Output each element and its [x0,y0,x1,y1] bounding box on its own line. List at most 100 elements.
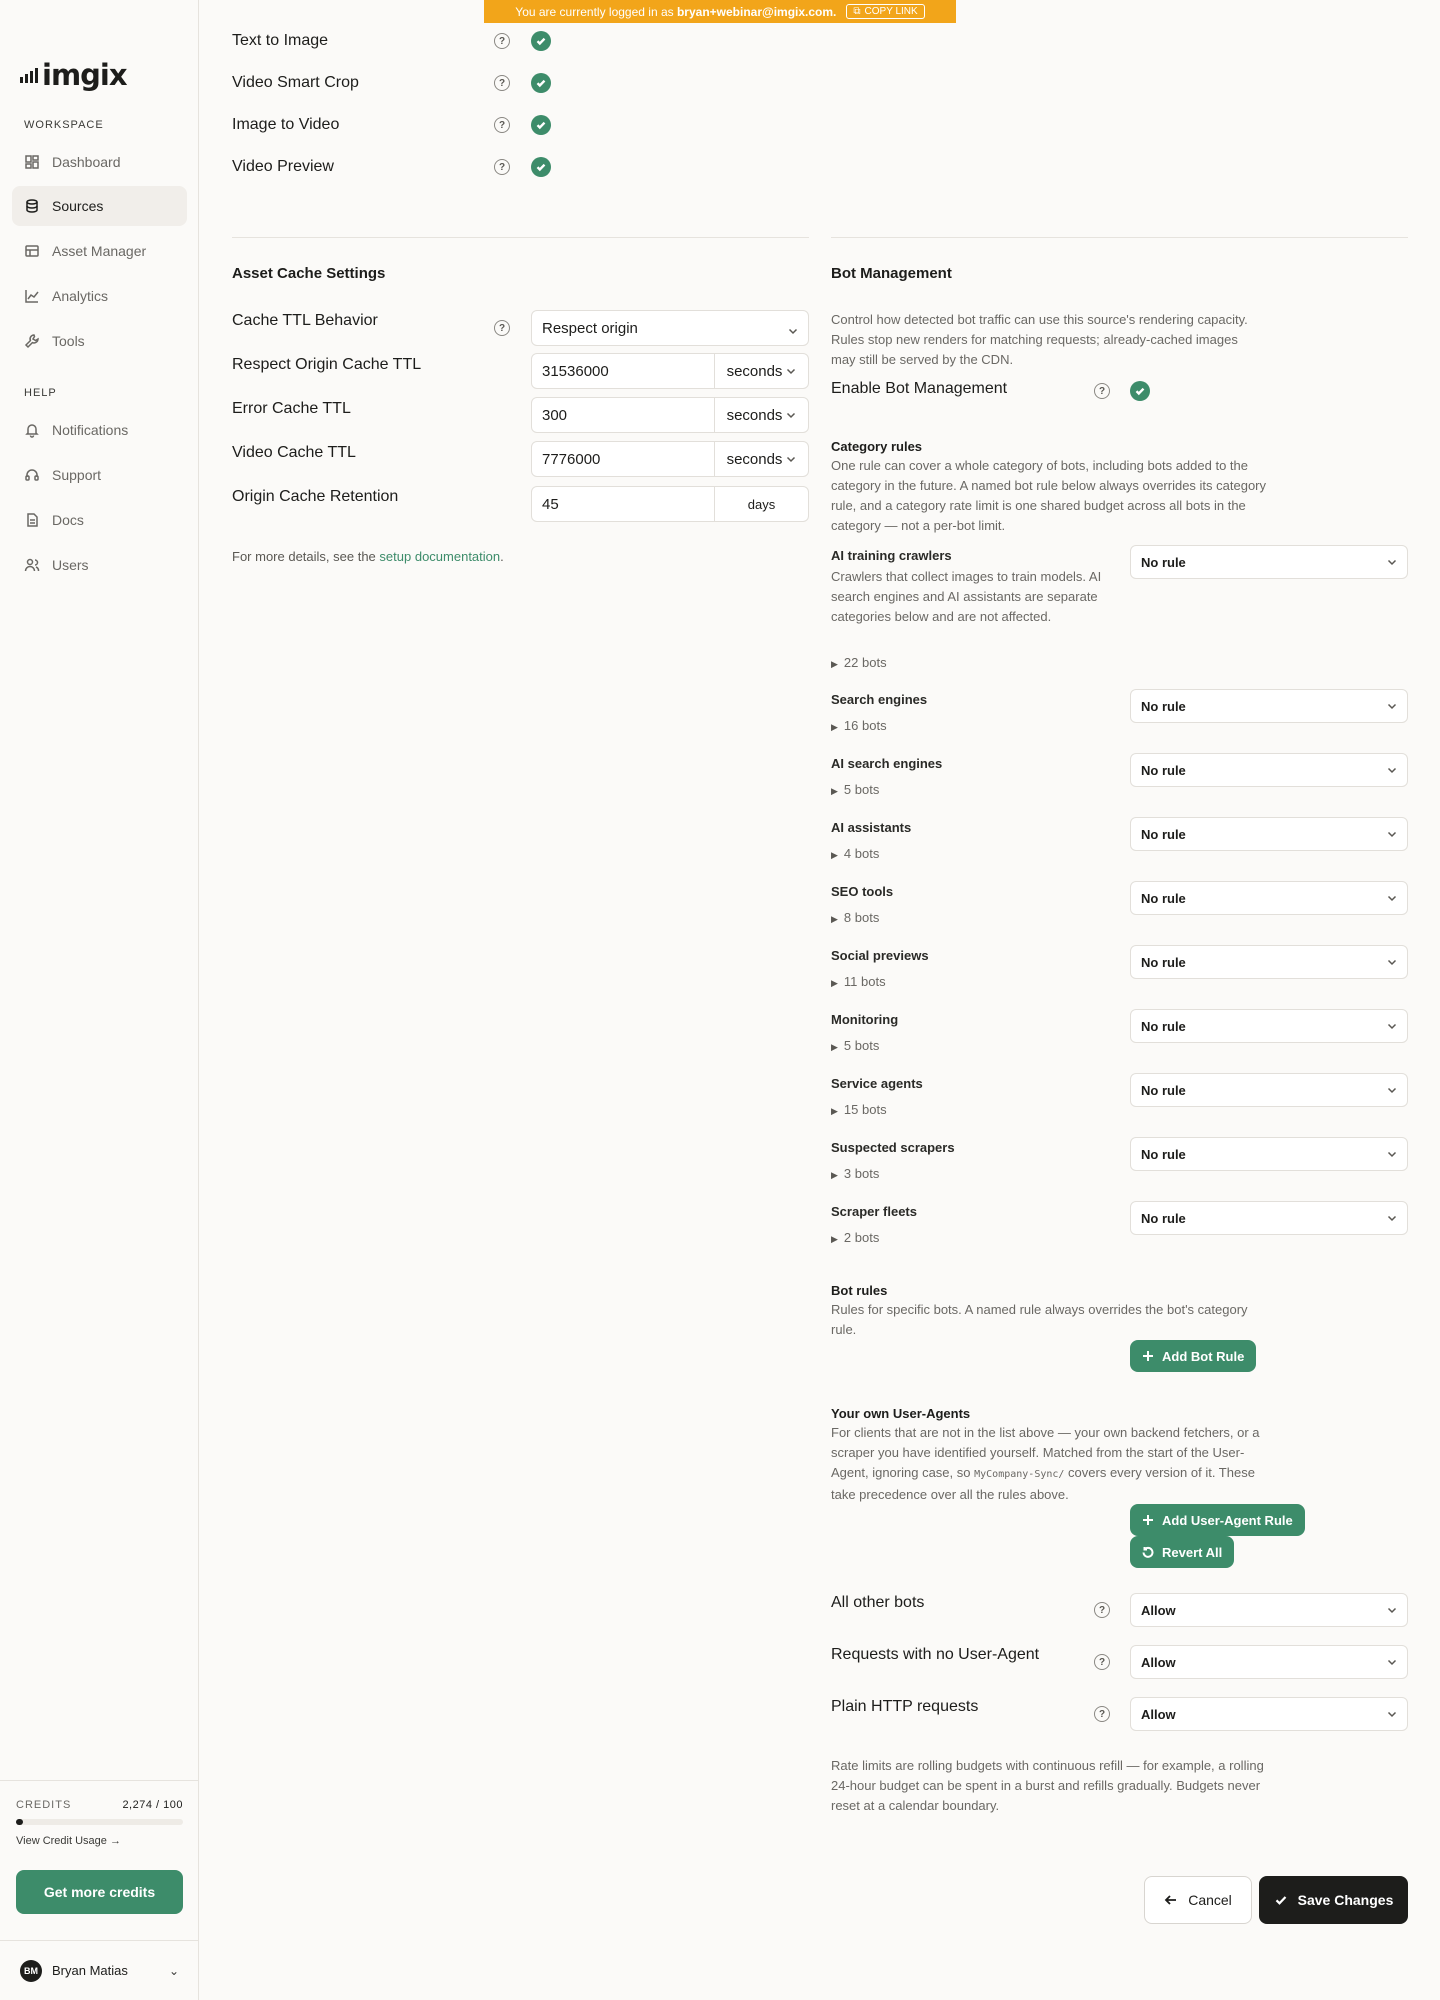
feature-checkbox[interactable] [531,73,551,93]
rate-limit-footnote: Rate limits are rolling budgets with con… [831,1758,1264,1813]
category-rule-select[interactable]: No rule [1130,1201,1408,1235]
chevron-down-icon [787,412,796,419]
respect-origin-ttl-input[interactable]: 31536000 [532,354,715,388]
copy-icon: ⧉ [853,6,861,17]
disclosure-triangle-icon: ▶ [831,659,838,669]
sidebar-item-notifications[interactable]: Notifications [12,410,187,450]
sidebar-item-tools[interactable]: Tools [12,321,187,361]
add-bot-rule-button[interactable]: Add Bot Rule [1130,1340,1257,1372]
copy-link-button[interactable]: ⧉ COPY LINK [846,4,925,19]
category-name: Suspected scrapers [831,1140,955,1155]
cancel-button[interactable]: Cancel [1144,1876,1252,1924]
category-name: Scraper fleets [831,1204,917,1219]
credits-progress-fill [16,1819,23,1825]
category-rule-select[interactable]: No rule [1130,1073,1408,1107]
sidebar-item-users[interactable]: Users [12,545,187,585]
origin-retention-input[interactable]: 45 [532,487,715,521]
help-icon[interactable]: ? [494,75,510,91]
feature-checkbox[interactable] [531,31,551,51]
video-ttl-input[interactable]: 7776000 [532,442,715,476]
help-icon[interactable]: ? [494,117,510,133]
category-bot-count[interactable]: ▶ 8 bots [831,910,879,925]
no-user-agent-label: Requests with no User-Agent [831,1646,1040,1663]
category-bot-count[interactable]: ▶ 3 bots [831,1166,879,1181]
category-rule-select[interactable]: No rule [1130,881,1408,915]
feature-checkbox[interactable] [531,115,551,135]
no-user-agent-select[interactable]: Allow [1130,1645,1408,1679]
get-more-credits-button[interactable]: Get more credits [16,1870,183,1914]
view-credit-usage-link[interactable]: View Credit Usage → [16,1835,183,1847]
category-bot-count[interactable]: ▶ 16 bots [831,718,887,733]
banner-text: You are currently logged in as bryan+web… [515,4,837,19]
category-bot-count[interactable]: ▶ 4 bots [831,846,879,861]
origin-retention-label: Origin Cache Retention [232,488,399,505]
category-bot-count[interactable]: ▶ 11 bots [831,974,886,989]
help-icon[interactable]: ? [1094,1706,1110,1722]
disclosure-triangle-icon: ▶ [831,786,838,796]
video-ttl-unit-select[interactable]: seconds [715,442,808,476]
enable-bot-management-checkbox[interactable] [1130,381,1150,401]
error-ttl-unit-select[interactable]: seconds [715,398,808,432]
error-ttl-label: Error Cache TTL [232,400,351,417]
category-name: Monitoring [831,1012,899,1027]
category-rule-select[interactable]: No rule [1130,689,1408,723]
category-rules-title: Category rules [831,439,923,454]
sidebar-item-sources[interactable]: Sources [12,186,187,226]
error-ttl-field: 300 seconds [531,397,809,433]
sidebar-item-support[interactable]: Support [12,455,187,495]
arrow-left-icon [1164,1895,1177,1905]
all-other-bots-select[interactable]: Allow [1130,1593,1408,1627]
category-rule-select[interactable]: No rule [1130,945,1408,979]
save-changes-button[interactable]: Save Changes [1259,1876,1408,1924]
asset-cache-title: Asset Cache Settings [232,265,386,282]
category-rule-select[interactable]: No rule [1130,545,1408,579]
category-rule-select[interactable]: No rule [1130,1137,1408,1171]
disclosure-triangle-icon: ▶ [831,978,838,988]
category-rule-select[interactable]: No rule [1130,817,1408,851]
imgix-logo[interactable]: imgix [20,58,128,92]
help-icon[interactable]: ? [1094,1654,1110,1670]
user-agents-description: For clients that are not in the list abo… [831,1425,1260,1502]
bell-icon [24,422,40,438]
sidebar-item-dashboard[interactable]: Dashboard [12,142,187,182]
help-icon[interactable]: ? [494,159,510,175]
error-ttl-input[interactable]: 300 [532,398,715,432]
help-icon[interactable]: ? [494,33,510,49]
user-menu[interactable]: BM Bryan Matias ⌄ [0,1940,199,2000]
category-name: Service agents [831,1076,923,1091]
category-description: Crawlers that collect images to train mo… [831,569,1102,624]
bot-management-title: Bot Management [831,265,952,282]
plus-icon [1143,1351,1153,1361]
respect-origin-ttl-unit-select[interactable]: seconds [715,354,808,388]
login-banner: You are currently logged in as bryan+web… [484,0,956,23]
credits-value: 2,274 / 100 [122,1799,183,1811]
category-rule-select[interactable]: No rule [1130,1009,1408,1043]
workspace-heading: WORKSPACE [24,119,104,131]
plain-http-select[interactable]: Allow [1130,1697,1408,1731]
cache-ttl-behavior-select[interactable]: Respect origin [531,310,809,346]
feature-checkbox[interactable] [531,157,551,177]
setup-documentation-link[interactable]: setup documentation [379,549,500,564]
setup-note: For more details, see the setup document… [232,549,504,564]
help-icon[interactable]: ? [1094,1602,1110,1618]
category-bot-count[interactable]: ▶ 22 bots [831,655,887,670]
users-icon [24,557,40,573]
category-rule-select[interactable]: No rule [1130,753,1408,787]
category-bot-count[interactable]: ▶ 2 bots [831,1230,879,1245]
help-icon[interactable]: ? [1094,383,1110,399]
sidebar-item-docs[interactable]: Docs [12,500,187,540]
disclosure-triangle-icon: ▶ [831,1042,838,1052]
avatar: BM [20,1959,42,1982]
category-bot-count[interactable]: ▶ 5 bots [831,1038,879,1053]
add-user-agent-rule-button[interactable]: Add User-Agent Rule [1130,1504,1305,1536]
all-other-bots-label: All other bots [831,1594,925,1611]
video-ttl-field: 7776000 seconds [531,441,809,477]
sidebar-item-analytics[interactable]: Analytics [12,276,187,316]
sidebar-item-asset-manager[interactable]: Asset Manager [12,231,187,271]
chevron-down-icon [1387,1087,1397,1094]
revert-all-button[interactable]: Revert All [1130,1536,1235,1568]
help-icon[interactable]: ? [494,320,510,336]
category-bot-count[interactable]: ▶ 15 bots [831,1102,887,1117]
category-bot-count[interactable]: ▶ 5 bots [831,782,879,797]
wrench-icon [24,333,40,349]
